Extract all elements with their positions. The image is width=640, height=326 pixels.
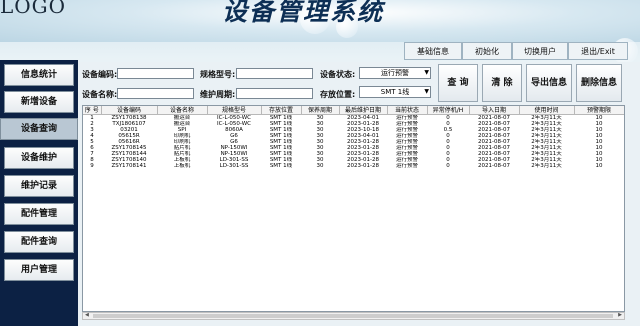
sidebar: 信息统计 新增设备 设备查询 设备维护 维护记录 配件管理 配件查询 用户管理 <box>0 60 78 326</box>
sidebar-item-device-maintenance[interactable]: 设备维护 <box>4 147 74 169</box>
col-header-warning[interactable]: 预警期限 <box>574 106 624 115</box>
table-cell: 10 <box>595 163 603 169</box>
horizontal-scrollbar[interactable]: ◀ ▶ <box>82 312 625 320</box>
maintenance-period-input[interactable] <box>236 88 313 99</box>
table-cell: 2年3月11天 <box>531 163 562 169</box>
table-body: 1 ZSY1708138 搬运台 IC-L-050-WC SMT 1线 30 2023-04… <box>83 115 624 169</box>
storage-location-label: 存放位置: <box>320 90 356 99</box>
top-button-exit[interactable]: 退出/Exit <box>568 42 628 60</box>
top-button-basic-info[interactable]: 基础信息 <box>404 42 462 60</box>
device-name-input[interactable] <box>117 88 194 99</box>
col-header-location[interactable]: 存放位置 <box>261 106 302 115</box>
col-header-spec[interactable]: 规格型号 <box>207 106 262 115</box>
col-header-status[interactable]: 当前状态 <box>387 106 428 115</box>
table-cell: ZSY1708141 <box>111 163 147 169</box>
spec-model-label: 规格型号: <box>200 70 236 79</box>
col-header-usage-time[interactable]: 使用时间 <box>519 106 575 115</box>
app-title: 设备管理系统 <box>222 0 385 26</box>
table-cell: 2023-01-28 <box>347 163 379 169</box>
device-code-label: 设备编码: <box>82 70 118 79</box>
table-row[interactable]: 9 ZSY1708141 上板机 LD-301-SS SMT 1线 30 2023-01-2… <box>83 163 624 169</box>
device-grid: 序 号 设备编码 设备名称 规格型号 存放位置 保养周期 最后维护日期 当前状态… <box>83 106 624 169</box>
col-header-import-date[interactable]: 导入日期 <box>469 106 520 115</box>
sidebar-item-user-management[interactable]: 用户管理 <box>4 259 74 281</box>
top-button-initialize[interactable]: 初始化 <box>462 42 512 60</box>
sidebar-item-add-device[interactable]: 新增设备 <box>4 91 74 113</box>
table-cell: LD-301-SS <box>219 163 249 169</box>
app-header: LOGO 设备管理系统 <box>0 0 640 64</box>
clear-button[interactable]: 清 除 <box>482 64 522 102</box>
table-cell: 0 <box>446 163 450 169</box>
col-header-downtime[interactable]: 异常停机/H <box>427 106 470 115</box>
table-cell: SMT 1线 <box>269 163 293 169</box>
top-button-switch-user[interactable]: 切换用户 <box>512 42 568 60</box>
col-header-code[interactable]: 设备编码 <box>101 106 158 115</box>
sidebar-item-statistics[interactable]: 信息统计 <box>4 64 74 86</box>
device-code-input[interactable] <box>117 68 194 79</box>
device-status-select[interactable]: 运行预警 ▼ <box>359 67 431 79</box>
table-cell: 9 <box>90 163 94 169</box>
table-cell: 上板机 <box>173 163 191 169</box>
table-cell: 2021-08-07 <box>478 163 510 169</box>
table-cell: 运行预警 <box>395 163 418 169</box>
query-button[interactable]: 查 询 <box>438 64 478 102</box>
table-cell: 30 <box>316 163 324 169</box>
col-header-index[interactable]: 序 号 <box>83 106 102 115</box>
sidebar-item-device-query[interactable]: 设备查询 <box>0 118 78 140</box>
device-name-label: 设备名称: <box>82 90 118 99</box>
col-header-period[interactable]: 保养周期 <box>301 106 340 115</box>
table-header-row: 序 号 设备编码 设备名称 规格型号 存放位置 保养周期 最后维护日期 当前状态… <box>83 106 624 115</box>
app-logo: LOGO <box>0 0 67 18</box>
delete-info-button[interactable]: 删除信息 <box>576 64 622 102</box>
device-table[interactable]: 序 号 设备编码 设备名称 规格型号 存放位置 保养周期 最后维护日期 当前状态… <box>82 105 625 312</box>
chevron-down-icon: ▼ <box>424 88 429 95</box>
storage-location-select[interactable]: SMT 1线 ▼ <box>359 86 431 98</box>
col-header-last-maint[interactable]: 最后维护日期 <box>339 106 388 115</box>
export-info-button[interactable]: 导出信息 <box>526 64 572 102</box>
device-status-label: 设备状态: <box>320 70 356 79</box>
scroll-right-icon[interactable]: ▶ <box>618 312 622 318</box>
scroll-left-icon[interactable]: ◀ <box>85 312 89 318</box>
sidebar-item-parts-query[interactable]: 配件查询 <box>4 231 74 253</box>
maintenance-period-label: 维护周期: <box>200 90 236 99</box>
scrollbar-thumb[interactable] <box>93 314 613 318</box>
device-status-value: 运行预警 <box>381 69 409 77</box>
col-header-name[interactable]: 设备名称 <box>157 106 208 115</box>
storage-location-value: SMT 1线 <box>380 88 410 96</box>
sidebar-item-parts-management[interactable]: 配件管理 <box>4 203 74 225</box>
sidebar-item-maintenance-records[interactable]: 维护记录 <box>4 175 74 197</box>
chevron-down-icon: ▼ <box>424 69 429 76</box>
spec-model-input[interactable] <box>236 68 313 79</box>
